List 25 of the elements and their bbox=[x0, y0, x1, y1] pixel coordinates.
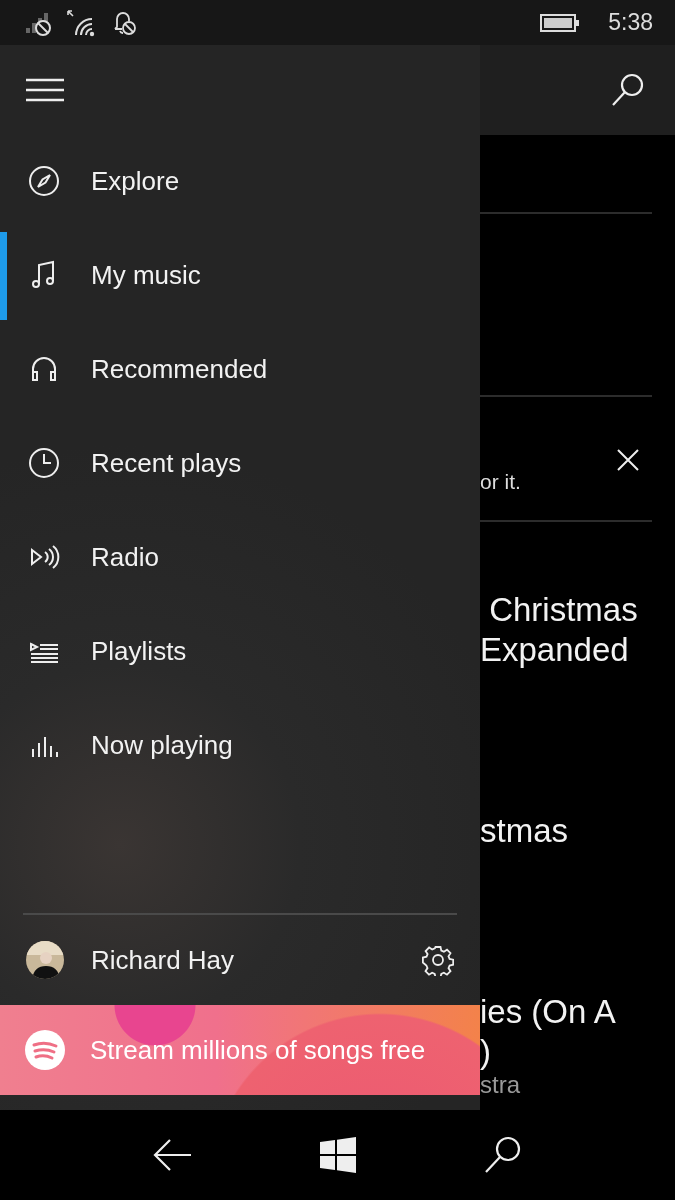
nav-item[interactable]: Now playing bbox=[0, 698, 480, 792]
album-title-text: ) bbox=[480, 1032, 491, 1072]
streaming-logo-icon bbox=[25, 1030, 65, 1070]
album-title-text: ies (On A bbox=[480, 992, 616, 1032]
nav-item[interactable]: Radio bbox=[0, 510, 480, 604]
album-title-text: stmas bbox=[480, 811, 568, 851]
nav-item[interactable]: Recent plays bbox=[0, 416, 480, 510]
compass-icon bbox=[28, 165, 60, 197]
promo-text: Stream millions of songs free bbox=[90, 1034, 426, 1066]
search-button[interactable] bbox=[610, 72, 646, 108]
nav-item[interactable]: Playlists bbox=[0, 604, 480, 698]
account-name[interactable]: Richard Hay bbox=[91, 944, 422, 976]
close-button[interactable] bbox=[617, 449, 639, 471]
album-title-text: Christmas bbox=[488, 590, 638, 630]
battery-icon bbox=[540, 12, 581, 33]
notice-text: or it. bbox=[480, 470, 521, 494]
nav-item[interactable]: Explore bbox=[0, 134, 480, 228]
clock-icon bbox=[28, 447, 60, 479]
menu-button[interactable] bbox=[26, 77, 64, 102]
clock-time: 5:38 bbox=[608, 9, 653, 36]
nav-item[interactable]: My music bbox=[0, 228, 480, 322]
settings-button[interactable] bbox=[422, 944, 454, 976]
nav-item[interactable]: Recommended bbox=[0, 322, 480, 416]
album-title-text: stra bbox=[480, 1072, 520, 1098]
album-title-text: Expanded bbox=[480, 630, 629, 670]
